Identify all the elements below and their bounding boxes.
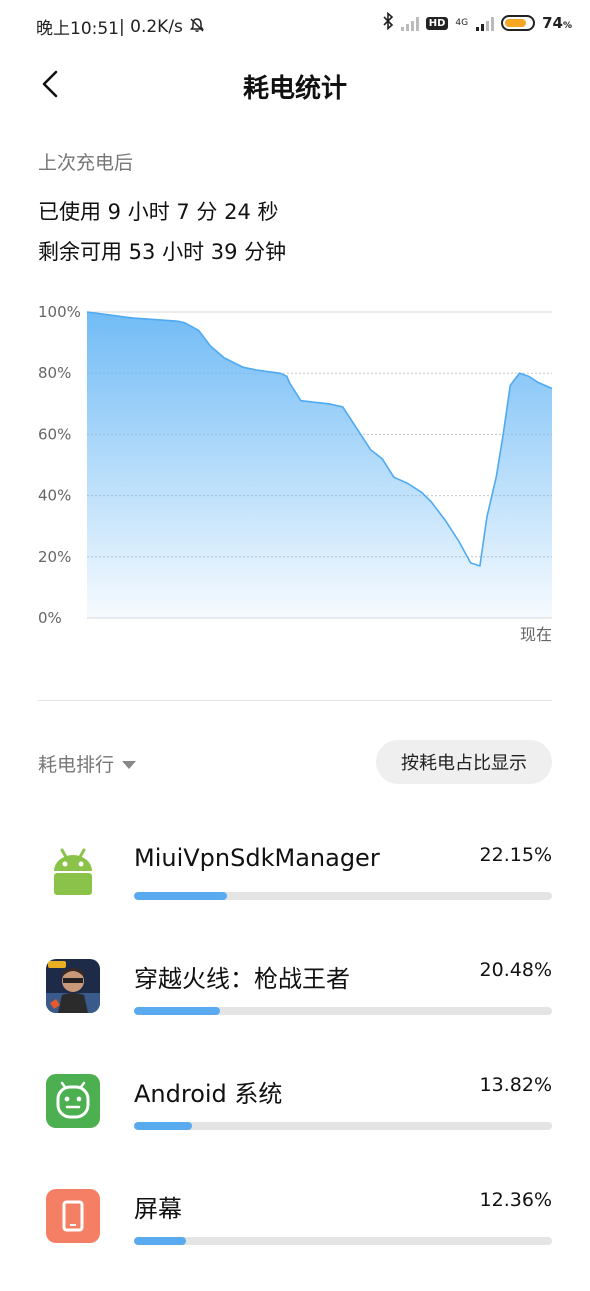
- chart-y-tick-label: 40%: [38, 487, 71, 505]
- status-time: 晚上10:51: [36, 19, 119, 39]
- usage-progress-bar: [134, 1007, 552, 1015]
- header: 耗电统计: [0, 56, 590, 116]
- app-percentage: 22.15%: [479, 844, 552, 866]
- app-row[interactable]: 穿越火线：枪战王者 20.48%: [0, 951, 590, 1061]
- screen-icon: [46, 1189, 100, 1243]
- chart-y-tick-label: 20%: [38, 548, 71, 566]
- used-duration: 已使用 9 小时 7 分 24 秒: [38, 200, 279, 224]
- battery-percent-value: 74: [542, 14, 563, 32]
- app-percentage: 13.82%: [479, 1074, 552, 1096]
- chart-x-end-label: 现在: [520, 625, 552, 644]
- app-row[interactable]: 屏幕 12.36%: [0, 1181, 590, 1291]
- network-type: 4G: [455, 17, 469, 28]
- app-row[interactable]: Android 系统 13.82%: [0, 1066, 590, 1176]
- hd-badge: HD: [425, 16, 449, 30]
- since-charge-label: 上次充电后: [38, 152, 134, 174]
- battery-percentage: 74%: [542, 14, 572, 32]
- signal-1-icon: [400, 15, 419, 31]
- battery-percent-unit: %: [562, 21, 572, 31]
- usage-progress-fill: [134, 1007, 220, 1015]
- usage-progress-bar: [134, 1237, 552, 1245]
- app-name: MiuiVpnSdkManager: [134, 844, 380, 872]
- network-speed: 0.2K/s: [130, 16, 183, 37]
- chart-y-tick-label: 80%: [38, 364, 71, 382]
- chart-y-tick-label: 0%: [38, 609, 62, 627]
- usage-progress-bar: [134, 1122, 552, 1130]
- app-percentage: 12.36%: [479, 1189, 552, 1211]
- status-left: 晚上10:51 | 0.2K/s: [36, 14, 205, 39]
- chart-y-tick-label: 100%: [38, 303, 81, 321]
- status-bar: 晚上10:51 | 0.2K/s HD 4G 74%: [0, 0, 590, 54]
- remaining-duration: 剩余可用 53 小时 39 分钟: [38, 240, 287, 264]
- app-row[interactable]: MiuiVpnSdkManager 22.15%: [0, 836, 590, 946]
- chart-y-tick-label: 60%: [38, 425, 71, 443]
- app-percentage: 20.48%: [479, 959, 552, 981]
- usage-progress-bar: [134, 892, 552, 900]
- page-title: 耗电统计: [242, 74, 347, 104]
- status-separator: |: [119, 16, 131, 37]
- signal-2-icon: [476, 15, 495, 31]
- ranking-label: 耗电排行: [38, 754, 115, 776]
- app-name: 屏幕: [134, 1195, 182, 1223]
- battery-level-chart: 100% 80% 60% 40% 20% 0% 现在: [38, 303, 553, 644]
- android-robot-icon: [54, 848, 92, 895]
- usage-progress-fill: [134, 1122, 192, 1130]
- crossfire-game-icon: [46, 959, 100, 1013]
- bluetooth-icon: [382, 11, 394, 34]
- usage-progress-fill: [134, 892, 227, 900]
- battery-icon: [501, 15, 536, 31]
- section-divider: [38, 700, 552, 701]
- show-by-percentage-button[interactable]: 按耗电占比显示: [376, 740, 552, 784]
- app-name: Android 系统: [134, 1080, 283, 1108]
- android-system-icon: [46, 1074, 100, 1128]
- battery-level-area: [87, 312, 552, 618]
- status-right: HD 4G 74%: [382, 11, 572, 34]
- dropdown-caret-icon: [122, 760, 137, 769]
- app-name: 穿越火线：枪战王者: [134, 965, 350, 993]
- mute-bell-icon: [189, 17, 205, 37]
- usage-progress-fill: [134, 1237, 186, 1245]
- ranking-dropdown[interactable]: 耗电排行: [38, 750, 137, 777]
